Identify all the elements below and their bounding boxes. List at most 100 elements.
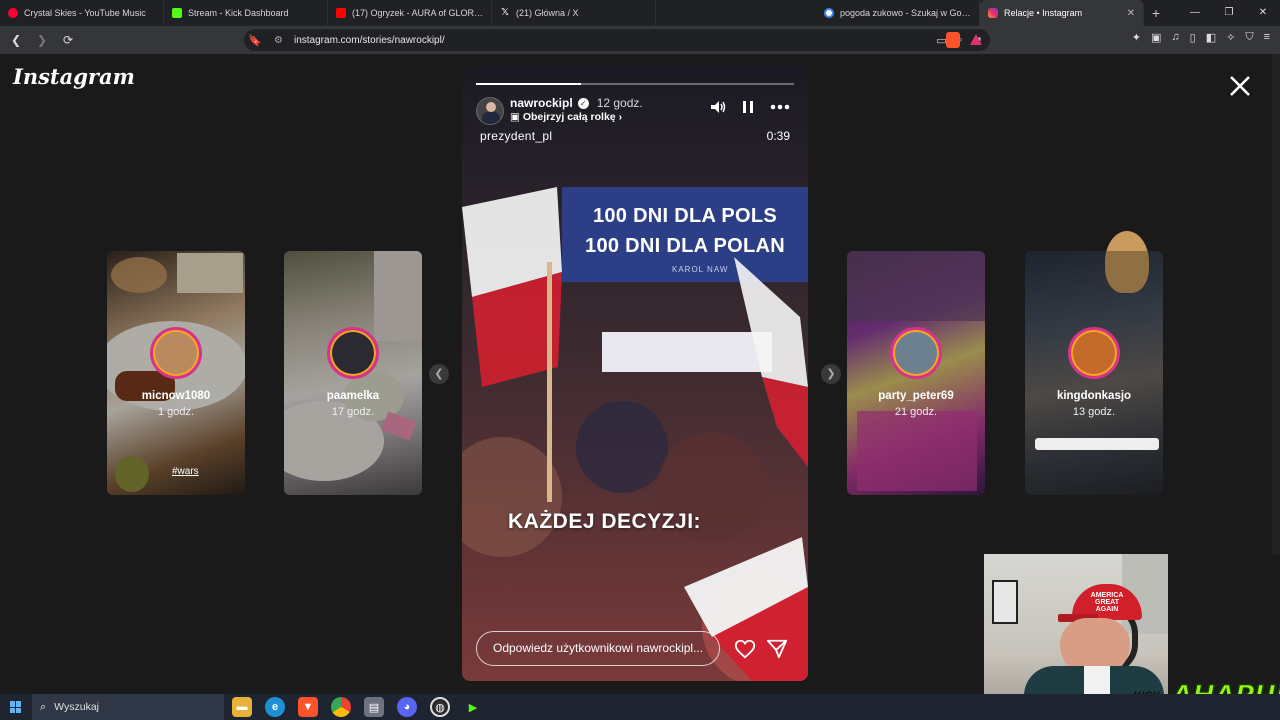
notepad-icon[interactable]: ▤: [364, 697, 384, 717]
back-icon[interactable]: ❮: [6, 33, 26, 47]
tab-youtube[interactable]: (17) Ogryzek - AURA of GLORY (Offic: [328, 0, 492, 26]
bookmark-icon[interactable]: 🔖: [248, 34, 262, 47]
tab-instagram[interactable]: Relacje • Instagram ✕: [980, 0, 1144, 26]
restore-icon[interactable]: ❐: [1212, 0, 1246, 26]
watch-full-reel-link[interactable]: ▣ Obejrzyj całą rolkę ›: [510, 111, 622, 123]
instagram-logo[interactable]: Instagram: [13, 64, 135, 89]
verified-badge-icon: ✓: [577, 97, 589, 109]
card-username: micnow1080: [141, 390, 211, 402]
sticker-caption: [1035, 438, 1159, 450]
screen: Crystal Skies - YouTube Music Stream - K…: [0, 0, 1280, 720]
taskbar-search[interactable]: ⌕ Wyszukaj: [32, 694, 224, 720]
close-window-icon[interactable]: ✕: [1246, 0, 1280, 26]
tab-youtube-music[interactable]: Crystal Skies - YouTube Music: [0, 0, 164, 26]
avatar: [890, 327, 942, 379]
google-icon: [824, 8, 834, 18]
search-placeholder: Wyszukaj: [54, 701, 100, 713]
vpn-icon[interactable]: ⛉: [1245, 31, 1253, 44]
send-icon[interactable]: [766, 638, 788, 660]
story-controls: [710, 100, 790, 114]
reel-icon: ▣: [510, 111, 520, 123]
url-text: instagram.com/stories/nawrockipl/: [294, 34, 445, 46]
avatar: [327, 327, 379, 379]
tab-title: Relacje • Instagram: [1004, 8, 1083, 18]
active-story[interactable]: 100 DNI DLA POLS 100 DNI DLA POLAN KAROL…: [462, 67, 808, 681]
avatar: [150, 327, 202, 379]
next-story-button[interactable]: ❯: [821, 364, 841, 384]
taskbar-apps: ▬ e ▼ ▤ ◕ ◍ ▶: [232, 697, 483, 717]
file-explorer-icon[interactable]: ▬: [232, 697, 252, 717]
tab-x[interactable]: 𝕏 (21) Główna / X: [492, 0, 656, 26]
story-progress-bar: [476, 83, 794, 85]
banner-line-2: 100 DNI DLA POLAN: [585, 235, 785, 257]
card-time: 21 godz.: [894, 406, 938, 418]
new-tab-button[interactable]: +: [1144, 5, 1168, 21]
minimize-icon[interactable]: —: [1178, 0, 1212, 26]
search-icon: ⌕: [40, 700, 47, 713]
tab-title: (17) Ogryzek - AURA of GLORY (Offic: [352, 8, 483, 18]
extensions-icon[interactable]: ✦: [1132, 31, 1141, 44]
discord-icon[interactable]: ◕: [397, 697, 417, 717]
story-preview-card[interactable]: micnow1080 1 godz. #wars: [107, 251, 245, 495]
reply-input[interactable]: Odpowiedz użytkownikowi nawrockipl...: [476, 631, 720, 666]
banner-sub: KAROL NAW: [672, 265, 729, 274]
windows-taskbar: ⌕ Wyszukaj ▬ e ▼ ▤ ◕ ◍ ▶: [0, 694, 1280, 720]
window-controls: — ❐ ✕: [1178, 0, 1280, 26]
x-icon: 𝕏: [500, 7, 510, 18]
menu-icon[interactable]: ≡: [1264, 31, 1270, 44]
obs-icon[interactable]: ◍: [430, 697, 450, 717]
windows-start-icon[interactable]: [10, 701, 22, 713]
forward-icon[interactable]: ❯: [32, 33, 52, 47]
volume-icon[interactable]: [710, 100, 726, 114]
card-time: 17 godz.: [331, 406, 375, 418]
edge-icon[interactable]: e: [265, 697, 285, 717]
story-time: 12 godz.: [596, 96, 643, 110]
avatar-suit: [482, 112, 500, 124]
tab-google[interactable]: pogoda zukowo - Szukaj w Google: [816, 0, 980, 26]
kick-icon: [172, 8, 182, 18]
story-video-frame: [462, 67, 808, 681]
site-settings-icon[interactable]: ⚙: [274, 35, 283, 46]
banner-line-1: 100 DNI DLA POLS: [592, 205, 778, 227]
story-preview-card[interactable]: party_peter69 21 godz.: [847, 251, 985, 495]
wallet-icon[interactable]: ◧: [1206, 31, 1216, 44]
card-username: paamelka: [326, 390, 380, 402]
chevron-right-icon: ›: [618, 111, 623, 123]
music-icon[interactable]: ♫: [1171, 31, 1179, 44]
kick-app-icon[interactable]: ▶: [463, 697, 483, 717]
story-preview-card[interactable]: kingdonkasjo 13 godz.: [1025, 231, 1163, 495]
tab-title: Stream - Kick Dashboard: [188, 8, 289, 18]
youtube-icon: [336, 8, 346, 18]
address-bar[interactable]: 🔖 ⚙ instagram.com/stories/nawrockipl/ ▭ …: [244, 29, 990, 51]
instagram-icon: [988, 8, 998, 18]
story-preview-card[interactable]: paamelka 17 godz.: [284, 251, 422, 495]
story-username[interactable]: nawrockipl: [510, 96, 573, 110]
reel-link-text: Obejrzyj całą rolkę: [522, 111, 616, 123]
brave-shields-icon[interactable]: [946, 32, 960, 48]
previous-story-button[interactable]: ❮: [429, 364, 449, 384]
heart-icon[interactable]: [734, 638, 756, 660]
card-username: party_peter69: [878, 390, 954, 402]
tab-kick-dashboard[interactable]: Stream - Kick Dashboard: [164, 0, 328, 26]
tab-title: Crystal Skies - YouTube Music: [24, 8, 146, 18]
audio-label[interactable]: prezydent_pl: [480, 129, 552, 143]
brave-rewards-icon[interactable]: [970, 34, 982, 45]
chrome-icon[interactable]: [331, 697, 351, 717]
more-options-icon[interactable]: [770, 104, 790, 110]
card-username: kingdonkasjo: [1056, 390, 1132, 402]
reload-icon[interactable]: ⟳: [58, 33, 78, 47]
close-stories-icon[interactable]: [1226, 72, 1254, 100]
sidebar-icon[interactable]: ▯: [1190, 31, 1196, 44]
close-tab-icon[interactable]: ✕: [1127, 8, 1135, 19]
avatar-face: [486, 102, 496, 112]
screenshot-icon[interactable]: ▣: [1151, 31, 1161, 44]
pause-icon[interactable]: [742, 100, 754, 114]
youtube-music-icon: [8, 8, 18, 18]
story-caption: KAŻDEJ DECYZJI:: [508, 510, 702, 533]
avatar[interactable]: [476, 97, 504, 125]
cap-text: AMERICA GREAT AGAIN: [1090, 592, 1124, 613]
story-progress-fill: [476, 83, 581, 85]
leo-ai-icon[interactable]: ✧: [1226, 31, 1235, 44]
brave-icon[interactable]: ▼: [298, 697, 318, 717]
browser-tab-strip: Crystal Skies - YouTube Music Stream - K…: [0, 0, 1280, 26]
